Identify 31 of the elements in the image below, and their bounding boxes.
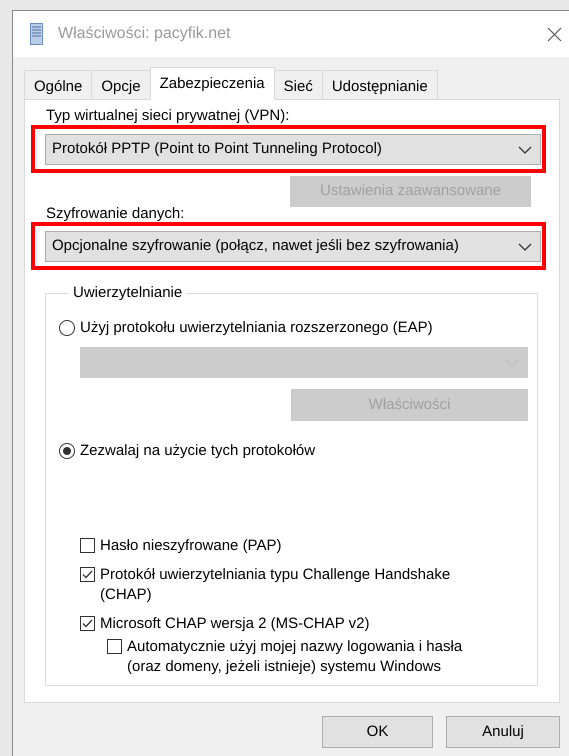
radio-label: Zezwalaj na użycie tych protokołów <box>80 441 316 461</box>
dropdown[interactable]: Opcjonalne szyfrowanie (połącz, nawet jeśli bez szyfrowania) <box>45 231 541 262</box>
radio-label: Użyj protokołu uwierzytelniania rozszerzonego (EAP) <box>80 318 433 338</box>
dropdown-value: Opcjonalne szyfrowanie (połącz, nawet jeśli bez szyfrowania) <box>52 236 459 256</box>
checkbox[interactable] <box>80 616 95 630</box>
group-title: Uwierzytelnianie <box>72 283 184 303</box>
dialog-button[interactable]: OK <box>322 716 433 748</box>
checkmark-icon <box>82 618 93 628</box>
checkmark-icon <box>82 570 93 578</box>
server-icon <box>30 23 43 45</box>
dropdown[interactable]: Protokół PPTP (Point to Point Tunneling Protocol) <box>45 134 541 165</box>
radio-button[interactable] <box>59 443 75 460</box>
checkbox-label: Microsoft CHAP wersja 2 (MS-CHAP v2) <box>100 614 371 634</box>
checkbox[interactable] <box>80 566 95 582</box>
checkbox[interactable] <box>80 538 95 552</box>
dialog-button[interactable]: Anuluj <box>446 716 560 748</box>
checkbox-label: Hasło nieszyfrowane (PAP) <box>100 536 282 556</box>
close-icon[interactable] <box>547 26 562 42</box>
field-label: Szyfrowanie danych: <box>46 206 186 222</box>
chevron-down-icon <box>518 242 532 250</box>
tab[interactable]: Zabezpieczenia <box>150 67 275 100</box>
tab[interactable]: Ogólne <box>24 70 92 100</box>
window-title: Właściwości: pacyfik.net <box>58 24 232 44</box>
radio-button[interactable] <box>59 320 75 336</box>
checkbox-label: Protokół uwierzytelniania typu Challenge Handshake (CHAP) <box>100 564 452 604</box>
checkbox-label: Automatycznie użyj mojej nazwy logowania i hasła (oraz domeny, jeżeli istnieje) systemu Windows <box>127 636 464 676</box>
chevron-down-icon <box>518 146 532 154</box>
field-label: Typ wirtualnej sieci prywatnej (VPN): <box>46 107 290 125</box>
dropdown-value: Protokół PPTP (Point to Point Tunneling Protocol) <box>52 139 382 160</box>
tab[interactable]: Udostępnianie <box>322 70 438 100</box>
checkbox[interactable] <box>107 638 122 654</box>
